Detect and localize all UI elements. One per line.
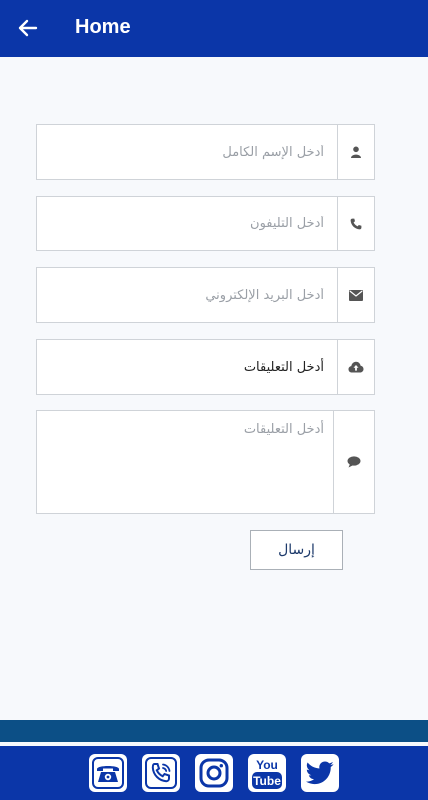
youtube-top-text: You — [256, 758, 278, 772]
phone-call-icon — [145, 757, 177, 789]
user-icon — [351, 146, 361, 158]
cloud-upload-icon — [348, 361, 364, 373]
footer-bar: You Tube — [0, 746, 428, 800]
comment-icon — [347, 456, 361, 468]
page-title: Home — [75, 16, 131, 38]
upload-icon-cell — [337, 340, 374, 394]
email-field — [36, 267, 375, 323]
envelope-icon — [349, 289, 363, 301]
name-field — [36, 124, 375, 180]
telephone-icon — [92, 757, 124, 789]
name-icon-cell — [337, 125, 374, 179]
youtube-icon: You Tube — [252, 758, 282, 789]
comments-input[interactable] — [37, 411, 337, 513]
footer-band — [0, 720, 428, 742]
instagram-button[interactable] — [195, 754, 233, 792]
phone-icon — [350, 218, 362, 229]
comments-field — [36, 410, 375, 514]
arrow-left-icon — [18, 19, 38, 37]
app-bar: Home — [0, 0, 428, 57]
youtube-button[interactable]: You Tube — [248, 754, 286, 792]
twitter-icon — [306, 761, 334, 785]
phone-field — [36, 196, 375, 251]
upload-field[interactable]: أدخل التعليقات — [36, 339, 375, 395]
instagram-icon — [199, 758, 229, 788]
phone-input[interactable] — [37, 197, 337, 250]
email-input[interactable] — [37, 268, 337, 322]
name-input[interactable] — [37, 125, 337, 179]
email-icon-cell — [337, 268, 374, 322]
send-button[interactable]: إرسال — [250, 530, 343, 570]
phone-icon-cell — [337, 197, 374, 250]
phone-call-button[interactable] — [142, 754, 180, 792]
youtube-bottom-text: Tube — [253, 774, 281, 788]
back-button[interactable] — [14, 14, 42, 42]
telephone-button[interactable] — [89, 754, 127, 792]
twitter-button[interactable] — [301, 754, 339, 792]
upload-label: أدخل التعليقات — [243, 359, 324, 375]
comments-icon-cell — [333, 411, 374, 513]
